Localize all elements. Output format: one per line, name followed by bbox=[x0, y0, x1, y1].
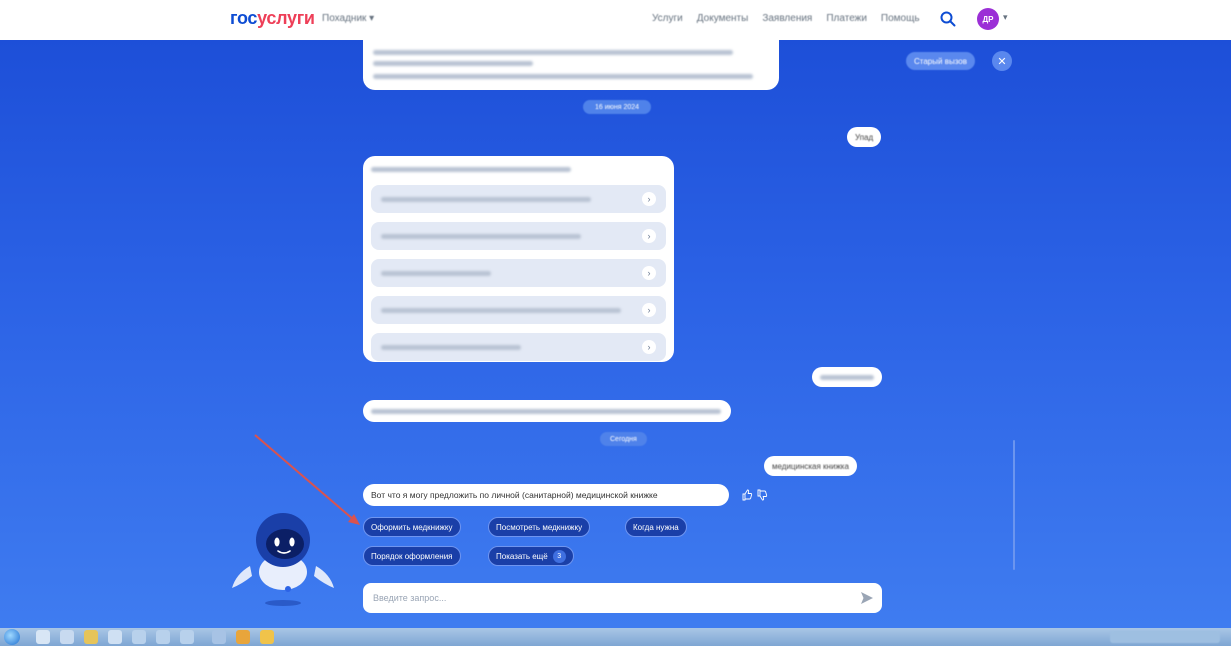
top-header: госуслуги Похадник ▾ Услуги Документы За… bbox=[0, 0, 1231, 40]
robot-mascot-icon bbox=[232, 513, 334, 606]
start-button-icon[interactable] bbox=[4, 629, 20, 645]
nav-item-documents[interactable]: Документы bbox=[697, 13, 749, 24]
nav-item-applications[interactable]: Заявления bbox=[762, 13, 812, 24]
logo-gos-text: гос bbox=[230, 8, 258, 28]
chevron-down-icon[interactable]: ▾ bbox=[1003, 12, 1008, 23]
nav-item-help[interactable]: Помощь bbox=[881, 13, 920, 24]
nav-item-payments[interactable]: Платежи bbox=[826, 13, 867, 24]
annotation-arrow bbox=[254, 434, 360, 525]
taskbar-app-icon[interactable] bbox=[132, 630, 146, 644]
taskbar-app-icon[interactable] bbox=[180, 630, 194, 644]
system-tray[interactable] bbox=[1110, 631, 1220, 643]
nav-item-services[interactable]: Услуги bbox=[652, 13, 683, 24]
folder-icon[interactable] bbox=[84, 630, 98, 644]
browser-icon[interactable] bbox=[236, 630, 250, 644]
chat-window: Старый вызов ✕ 16 июня 2024 Упад › › › › bbox=[0, 40, 1231, 628]
logo-uslugi-text: услуги bbox=[257, 8, 315, 28]
os-taskbar bbox=[0, 628, 1231, 646]
taskbar-app-icon[interactable] bbox=[108, 630, 122, 644]
search-icon[interactable] bbox=[939, 10, 957, 28]
taskbar-app-icon[interactable] bbox=[212, 630, 226, 644]
taskbar-app-icon[interactable] bbox=[156, 630, 170, 644]
taskbar-app-icon[interactable] bbox=[36, 630, 50, 644]
gosuslugi-logo[interactable]: госуслуги bbox=[230, 8, 315, 29]
taskbar-app-icon[interactable] bbox=[260, 630, 274, 644]
region-selector[interactable]: Похадник ▾ bbox=[322, 13, 374, 24]
taskbar-app-icon[interactable] bbox=[60, 630, 74, 644]
user-avatar[interactable]: ДР bbox=[977, 8, 999, 30]
main-nav: Услуги Документы Заявления Платежи Помощ… bbox=[652, 13, 920, 24]
